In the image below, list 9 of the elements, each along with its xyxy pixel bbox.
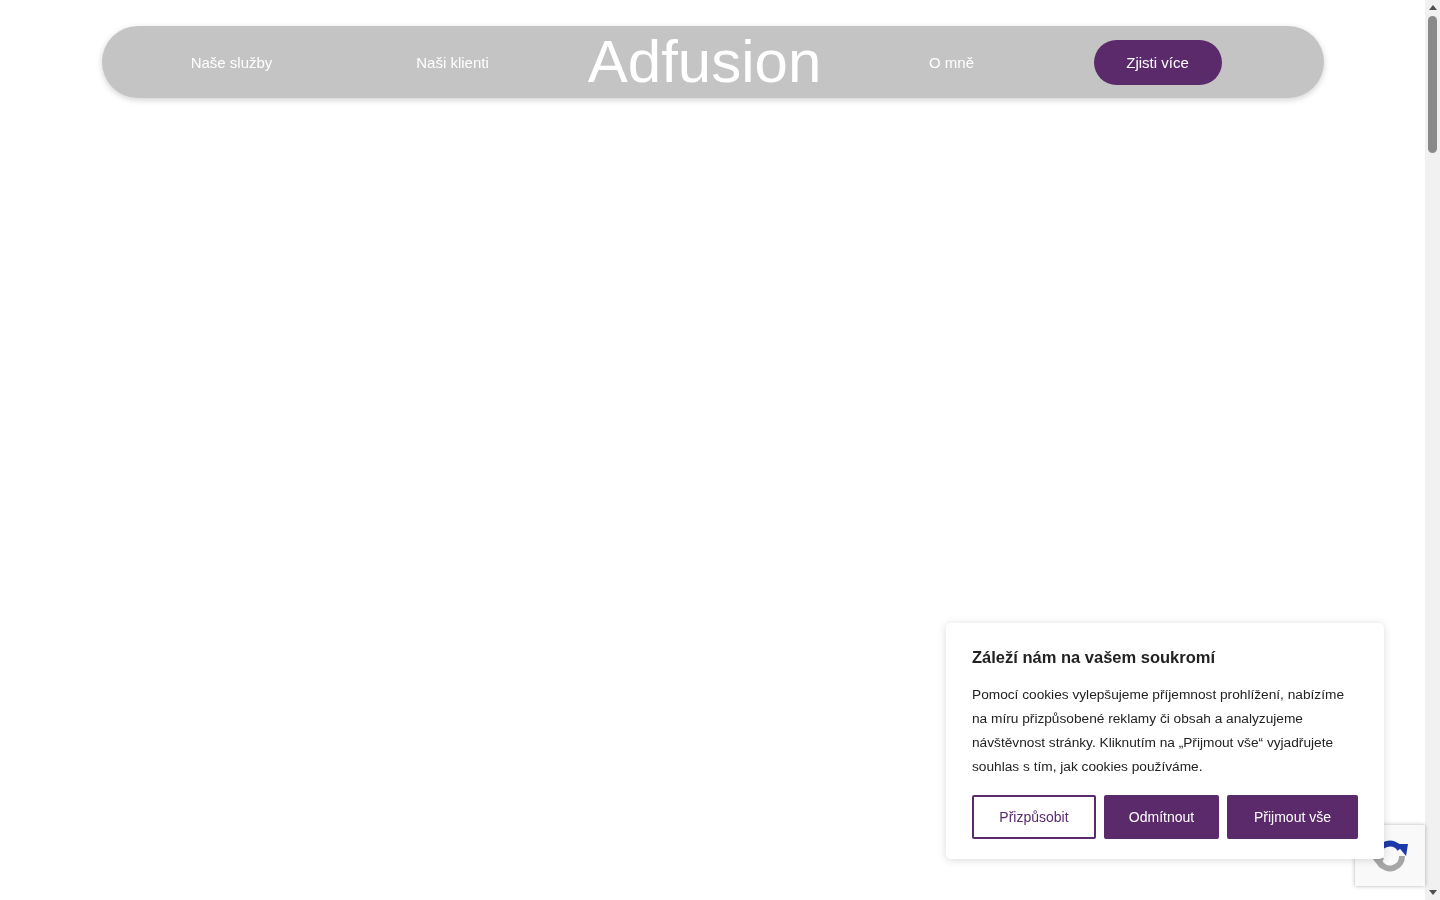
customize-button[interactable]: Přizpůsobit (972, 795, 1096, 839)
arrow-up-icon[interactable] (1428, 5, 1437, 10)
reject-button[interactable]: Odmítnout (1104, 795, 1219, 839)
accept-all-button[interactable]: Přijmout vše (1227, 795, 1358, 839)
learn-more-button[interactable]: Zjisti více (1093, 39, 1222, 85)
dialog-title: Záleží nám na vašem soukromí (972, 647, 1217, 668)
arrow-down-icon[interactable] (1428, 890, 1437, 895)
scrollbar-thumb[interactable] (1428, 16, 1437, 153)
dialog-text: Pomocí cookies vylepšujeme příjemnost prohlížení, nabízíme na míru přizpůsobené reklamy či obsah a analyzujeme návštěvnost stránky. Kliknutím na „Přijmout vše“ vyjadřujete souhlas s tím, jak cookies používáme. (972, 686, 1345, 776)
